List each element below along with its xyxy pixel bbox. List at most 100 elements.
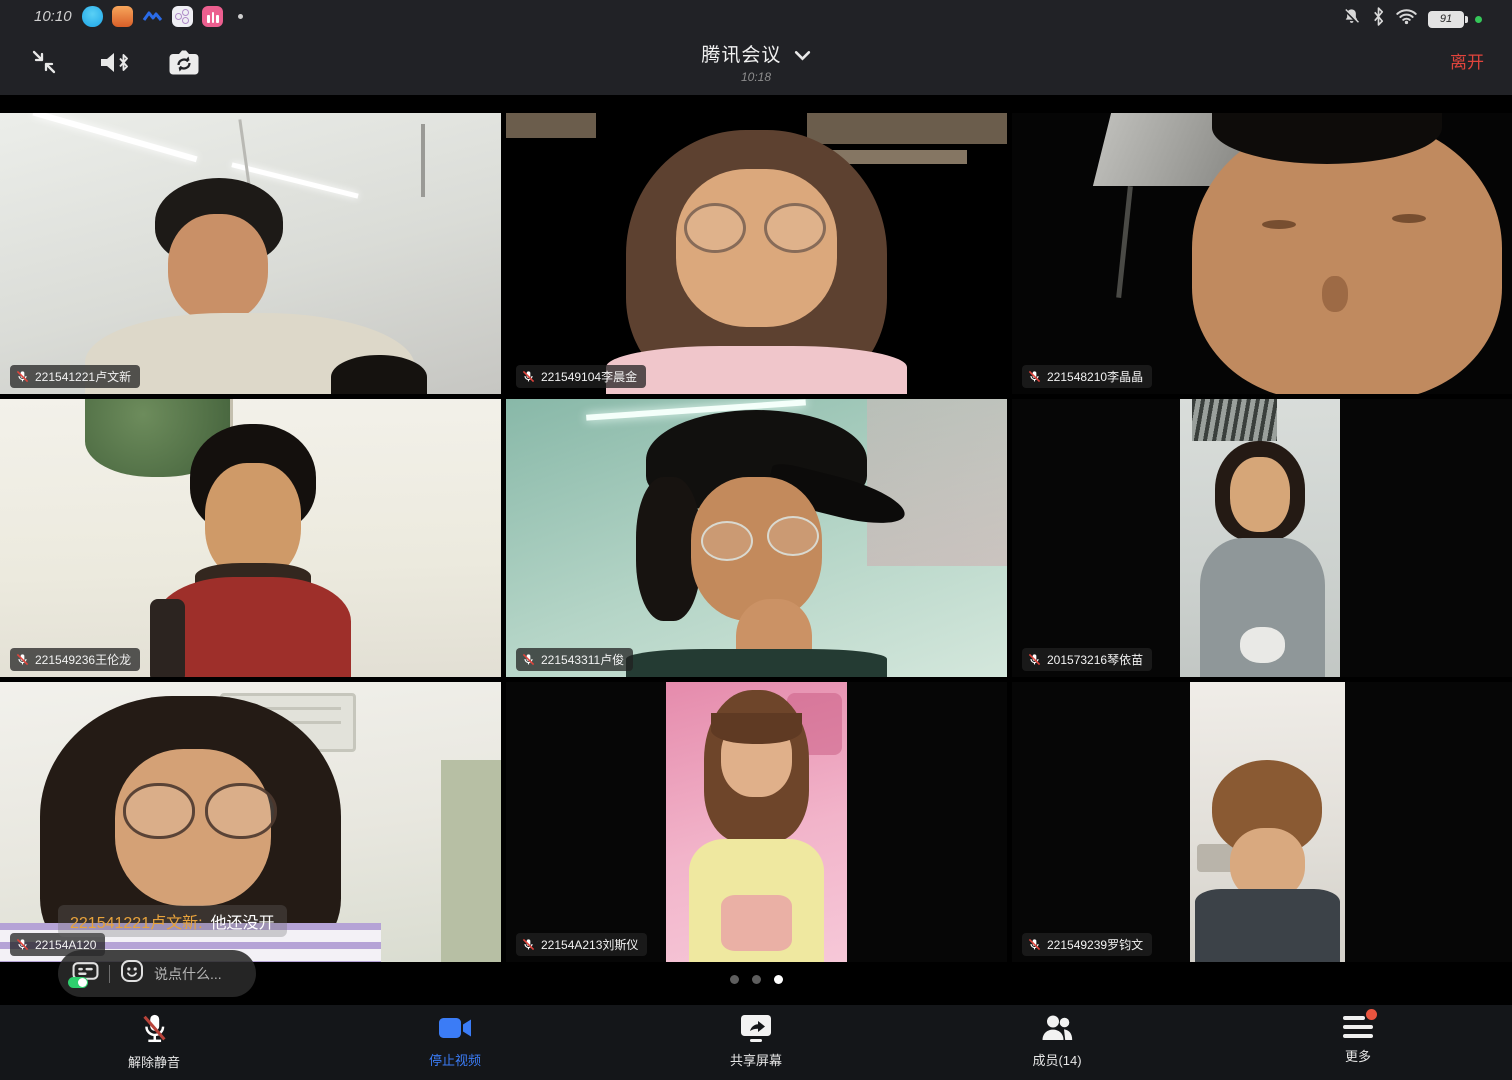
share-screen-button[interactable]: 共享屏幕 <box>686 1011 826 1080</box>
person-silhouette <box>1012 399 1512 677</box>
person-silhouette <box>1012 113 1512 394</box>
green-status-dot <box>1475 16 1482 23</box>
stop-video-label: 停止视频 <box>429 1050 481 1069</box>
person-silhouette <box>1012 682 1512 962</box>
participant-label: 221549104李晨金 <box>516 365 646 388</box>
video-tile[interactable]: 221548210李晶晶 <box>1012 113 1512 394</box>
muted-mic-icon <box>1028 653 1041 666</box>
video-feed <box>506 682 1007 962</box>
participant-name: 221549104李晨金 <box>541 368 637 385</box>
meeting-title-bar: 腾讯会议 10:18 离开 <box>0 34 1512 95</box>
battery-indicator: 91 <box>1428 11 1464 28</box>
muted-mic-icon <box>522 938 535 951</box>
wifi-icon <box>1396 8 1417 30</box>
unmute-label: 解除静音 <box>128 1052 180 1071</box>
chevron-down-icon <box>794 50 811 61</box>
status-bar: 10:10 91 <box>0 0 1512 34</box>
muted-mic-icon <box>16 370 29 383</box>
more-icon <box>1343 1015 1373 1041</box>
participant-label: 221549236王伦龙 <box>10 648 140 671</box>
danmaku-toggle[interactable] <box>68 977 88 988</box>
qq-icon <box>82 6 103 27</box>
participant-label: 221543311卢俊 <box>516 648 633 671</box>
participant-name: 22154A213刘斯仪 <box>541 936 638 953</box>
top-bar: 10:10 91 <box>0 0 1512 95</box>
bluetooth-icon <box>1372 7 1385 31</box>
participant-label: 221541221卢文新 <box>10 365 140 388</box>
meeting-title-text: 腾讯会议 <box>701 45 781 66</box>
video-feed <box>506 113 1007 394</box>
bell-muted-icon <box>1342 7 1361 31</box>
circles-app-icon <box>172 6 193 27</box>
page-dot-3-active[interactable] <box>774 975 783 984</box>
video-feed <box>506 399 1007 677</box>
share-screen-icon <box>737 1011 775 1045</box>
divider <box>109 965 110 983</box>
video-tile[interactable]: 221549104李晨金 <box>506 113 1007 394</box>
meeting-elapsed-time: 10:18 <box>0 70 1512 84</box>
notification-badge <box>1366 1009 1377 1020</box>
notification-app-icons <box>82 6 243 27</box>
participant-name: 221549236王伦龙 <box>35 651 131 668</box>
system-status-icons: 91 <box>1342 7 1482 31</box>
participant-name: 221543311卢俊 <box>541 651 624 668</box>
more-button[interactable]: 更多 <box>1288 1011 1428 1080</box>
person-silhouette <box>506 399 1007 677</box>
video-tile[interactable]: 221541221卢文新 <box>0 113 501 394</box>
danmaku-icon[interactable] <box>72 961 99 986</box>
participant-label: 221548210李晶晶 <box>1022 365 1152 388</box>
participant-name: 221541221卢文新 <box>35 368 131 385</box>
participant-label: 22154A213刘斯仪 <box>516 933 647 956</box>
emoji-icon[interactable] <box>120 959 144 988</box>
game-app-icon <box>112 6 133 27</box>
participant-label: 201573216琴依苗 <box>1022 648 1152 671</box>
participant-name: 201573216琴依苗 <box>1047 651 1143 668</box>
video-tile[interactable]: 201573216琴依苗 <box>1012 399 1512 677</box>
notification-dot <box>238 14 243 19</box>
chat-message-text: 他还没开 <box>211 915 275 932</box>
video-tile[interactable]: 22154A213刘斯仪 <box>506 682 1007 962</box>
share-screen-label: 共享屏幕 <box>730 1050 782 1069</box>
video-tile[interactable]: 221549239罗钧文 <box>1012 682 1512 962</box>
battery-percent: 91 <box>1440 13 1452 25</box>
members-icon <box>1039 1011 1075 1045</box>
chat-message-sender: 221541221卢文新: <box>70 915 203 932</box>
meeting-toolbar: 解除静音 停止视频 共享屏幕 成员(14) 更多 <box>0 1005 1512 1080</box>
person-silhouette <box>0 113 501 394</box>
video-tile[interactable]: 221549236王伦龙 <box>0 399 501 677</box>
muted-mic-icon <box>16 938 29 951</box>
participant-name: 221548210李晶晶 <box>1047 368 1143 385</box>
chat-message: 221541221卢文新: 他还没开 <box>58 905 287 937</box>
more-label: 更多 <box>1345 1046 1371 1065</box>
muted-mic-icon <box>137 1011 171 1047</box>
muted-mic-icon <box>16 653 29 666</box>
participant-name: 221549239罗钧文 <box>1047 936 1143 953</box>
unmute-button[interactable]: 解除静音 <box>84 1011 224 1080</box>
video-tile[interactable]: 221543311卢俊 <box>506 399 1007 677</box>
person-silhouette <box>506 682 1007 962</box>
meeting-title[interactable]: 腾讯会议 <box>0 40 1512 67</box>
video-feed <box>1012 682 1512 962</box>
video-grid: 221541221卢文新 221549104李晨金 <box>0 95 1512 1005</box>
page-dot-2[interactable] <box>752 975 761 984</box>
chat-input[interactable]: 说点什么... <box>58 950 256 997</box>
video-camera-icon <box>436 1011 474 1045</box>
page-dot-1[interactable] <box>730 975 739 984</box>
person-silhouette <box>506 113 1007 394</box>
muted-mic-icon <box>1028 370 1041 383</box>
muted-mic-icon <box>522 653 535 666</box>
members-button[interactable]: 成员(14) <box>987 1011 1127 1080</box>
video-feed <box>0 113 501 394</box>
chat-input-placeholder: 说点什么... <box>154 964 222 984</box>
video-feed <box>1012 113 1512 394</box>
muted-mic-icon <box>522 370 535 383</box>
video-feed <box>0 399 501 677</box>
person-silhouette <box>0 399 501 677</box>
stop-video-button[interactable]: 停止视频 <box>385 1011 525 1080</box>
members-label: 成员(14) <box>1032 1050 1081 1069</box>
clock-time: 10:10 <box>34 8 72 25</box>
leave-meeting-button[interactable]: 离开 <box>1450 48 1484 73</box>
muted-mic-icon <box>1028 938 1041 951</box>
pink-app-icon <box>202 6 223 27</box>
brand-mark-icon <box>142 6 163 27</box>
